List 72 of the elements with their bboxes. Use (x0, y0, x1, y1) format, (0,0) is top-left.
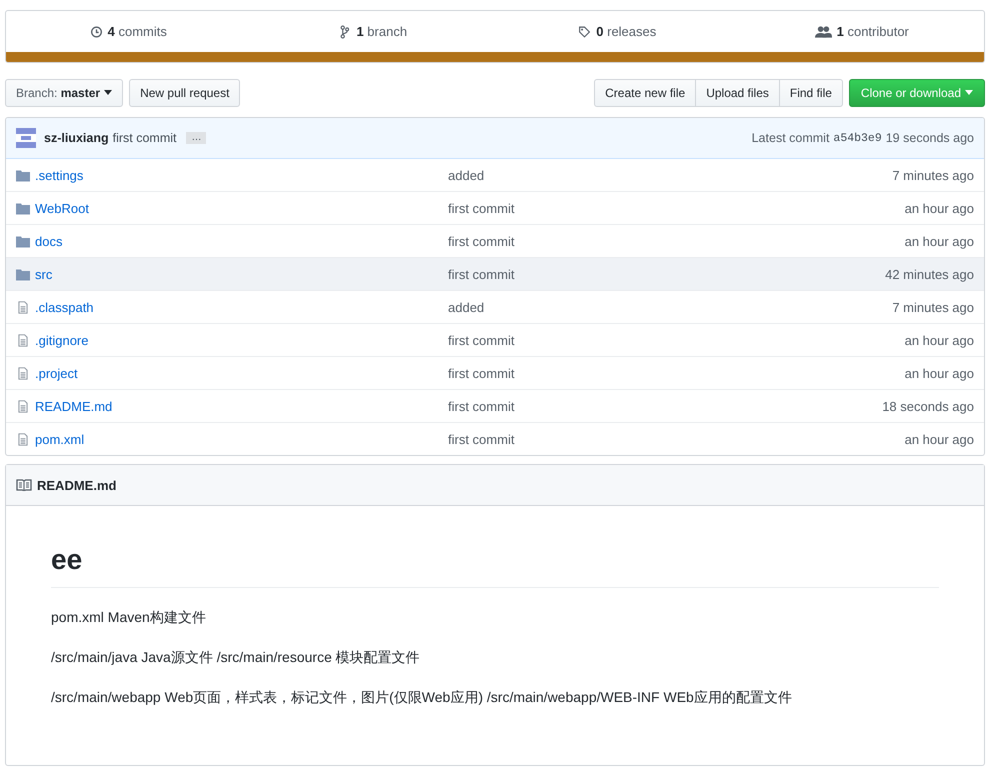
file-age: an hour ago (904, 432, 974, 446)
caret-icon (965, 90, 973, 95)
avatar-icon (16, 128, 36, 148)
people-icon (814, 24, 832, 38)
file-icon (16, 400, 30, 412)
file-action-button[interactable]: Upload files (695, 78, 780, 106)
file-age: 7 minutes ago (892, 300, 974, 314)
folder-icon (16, 168, 30, 182)
file-age: 7 minutes ago (892, 168, 974, 182)
caret-icon (104, 90, 112, 95)
commit-message-link[interactable]: first commit (448, 366, 905, 380)
history-icon (90, 24, 103, 38)
commit-message: first commit (112, 131, 176, 145)
summary-link[interactable]: 4 commits (6, 24, 250, 39)
file-name-link[interactable]: pom.xml (35, 432, 84, 446)
commit-message-link[interactable]: first commit (448, 398, 882, 414)
tag-icon (578, 24, 592, 38)
file-icon (16, 334, 30, 346)
file-name-link[interactable]: README.md (35, 398, 112, 414)
file-name-link[interactable]: .project (35, 366, 78, 380)
new-pull-request-button[interactable]: New pull request (129, 78, 240, 106)
commit-message-link[interactable]: first commit (448, 200, 905, 216)
file-row[interactable]: src first commit 42 minutes ago (6, 257, 984, 290)
file-age: an hour ago (904, 200, 974, 216)
file-name-link[interactable]: .classpath (35, 300, 94, 314)
file-icon (16, 366, 30, 380)
readme-title: README.md (37, 478, 116, 492)
branch-select-button[interactable]: Branch: master (5, 78, 124, 106)
file-name-link[interactable]: .settings (35, 168, 84, 182)
commit-time: 19 seconds ago (886, 131, 974, 145)
file-age: an hour ago (904, 366, 974, 380)
commit-message-link[interactable]: first commit (448, 332, 905, 348)
file-age: 18 seconds ago (882, 398, 974, 414)
file-row[interactable]: .gitignore first commit an hour ago (6, 323, 984, 356)
commit-message-link[interactable]: added (448, 168, 892, 182)
file-age: 42 minutes ago (885, 266, 974, 282)
commit-message-link[interactable]: added (448, 300, 892, 314)
folder-icon (16, 202, 30, 214)
file-action-button[interactable]: Find file (778, 78, 843, 106)
commit-sha-link[interactable]: a54b3e9 (833, 132, 882, 144)
commit-message-link[interactable]: first commit (448, 234, 905, 248)
expand-message-button[interactable]: … (186, 132, 206, 144)
file-row[interactable]: .settings added 7 minutes ago (6, 159, 984, 191)
folder-icon (16, 234, 30, 248)
readme-paragraph: /src/main/java Java源文件 /src/main/resource 模块配置文件 (51, 648, 421, 667)
summary-link[interactable]: 0 releases (495, 24, 740, 39)
folder-icon (16, 268, 30, 280)
summary-link[interactable]: 1 contributor (740, 24, 984, 39)
commit-message-link[interactable]: first commit (448, 266, 886, 282)
file-row[interactable]: WebRoot first commit an hour ago (6, 191, 984, 224)
file-age: an hour ago (904, 332, 974, 348)
branch-icon (338, 24, 352, 38)
file-icon (16, 300, 30, 314)
file-row[interactable]: README.md first commit 18 seconds ago (6, 389, 984, 422)
readme-paragraph: /src/main/webapp Web页面，样式表，标记文件，图片(仅限Web应用) /src/main/webapp/WEB-INF WEb应用的配置文件 (51, 688, 793, 707)
book-icon (16, 479, 32, 491)
readme-paragraph: pom.xml Maven构建文件 (51, 608, 207, 627)
commit-message-link[interactable]: first commit (448, 432, 905, 446)
file-name-link[interactable]: docs (35, 234, 62, 248)
file-name-link[interactable]: src (35, 266, 52, 282)
file-name-link[interactable]: WebRoot (35, 200, 89, 216)
file-row[interactable]: .project first commit an hour ago (6, 356, 984, 389)
latest-commit-label: Latest commit (752, 131, 830, 145)
file-row[interactable]: pom.xml first commit an hour ago (6, 422, 984, 455)
file-name-link[interactable]: .gitignore (35, 332, 88, 348)
file-row[interactable]: .classpath added 7 minutes ago (6, 290, 984, 323)
commit-author-link[interactable]: sz-liuxiang (44, 131, 109, 145)
file-action-button[interactable]: Create new file (594, 78, 696, 106)
readme-heading: ee (51, 542, 939, 588)
file-icon (16, 432, 30, 446)
summary-link[interactable]: 1 branch (250, 24, 495, 39)
file-age: an hour ago (904, 234, 974, 248)
